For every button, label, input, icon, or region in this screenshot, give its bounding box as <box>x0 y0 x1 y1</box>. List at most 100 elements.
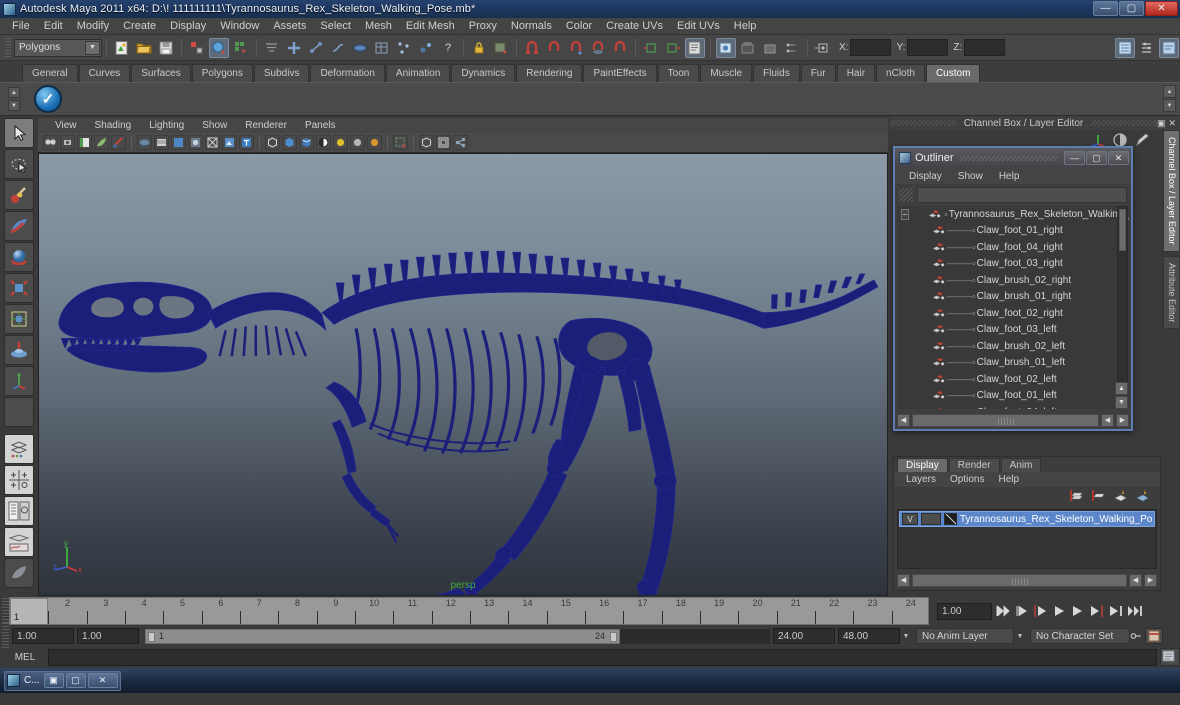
add-selected-to-layer-icon[interactable] <box>1135 489 1150 503</box>
shelf-tab-ncloth[interactable]: nCloth <box>876 64 925 82</box>
layer-menu-help[interactable]: Help <box>991 474 1026 485</box>
expand-collapse-icon[interactable]: − <box>901 208 909 220</box>
isolate-select-icon[interactable] <box>265 135 280 150</box>
layer-editor-scrollbar[interactable]: ◀ ◀ ▶ <box>897 573 1157 587</box>
outliner-node-row[interactable]: ———∘ Claw_foot_02_left <box>897 371 1129 388</box>
outliner-close-button[interactable]: ✕ <box>1108 151 1129 165</box>
range-right-handle[interactable] <box>610 631 617 642</box>
layer-editor-toolbar[interactable] <box>894 487 1160 505</box>
select-objects-in-layer-icon[interactable] <box>1113 489 1128 503</box>
menu-item-file[interactable]: File <box>5 18 37 35</box>
menu-item-assets[interactable]: Assets <box>266 18 313 35</box>
outliner-root-row[interactable]: − ∘ Tyrannosaurus_Rex_Skeleton_Walking_ <box>897 206 1129 223</box>
animation-preferences-icon[interactable] <box>1145 628 1163 644</box>
select-by-object-type-icon[interactable] <box>209 37 229 58</box>
channelbox-window-controls[interactable]: ▣ ✕ <box>1157 118 1180 129</box>
close-button[interactable]: ✕ <box>1145 1 1178 16</box>
layer-editor[interactable]: Display Render Anim Layers Options Help V Ty… <box>893 456 1161 591</box>
share-node-icon[interactable] <box>453 135 468 150</box>
text-overlay-icon[interactable] <box>239 135 254 150</box>
select-camera-icon[interactable] <box>43 135 58 150</box>
smooth-shade-all-icon[interactable] <box>222 135 237 150</box>
lasso-select-tool[interactable] <box>4 149 34 179</box>
layer-visibility-toggle[interactable]: V <box>902 513 918 525</box>
outliner-node-row[interactable]: ———∘ Claw_brush_01_right <box>897 289 1129 306</box>
play-backwards-button[interactable] <box>1049 601 1068 621</box>
pencil-icon[interactable] <box>1134 132 1150 148</box>
layer-hscroll-track[interactable] <box>912 573 1127 587</box>
taskbar-restore-button[interactable]: ▣ <box>43 673 64 688</box>
outliner-search-row[interactable] <box>895 184 1131 206</box>
outliner-node-row[interactable]: ———∘ Claw_foot_01_left <box>897 388 1129 405</box>
time-slider[interactable]: 1234567891011121314151617181920212223241 <box>9 597 929 625</box>
render-sequence-icon[interactable] <box>738 38 758 58</box>
xray-shading-icon[interactable] <box>137 135 152 150</box>
help-icon[interactable]: ? <box>438 38 458 58</box>
shelf-tab-deformation[interactable]: Deformation <box>310 64 385 82</box>
ipr-render-icon[interactable] <box>760 38 780 58</box>
outliner-node-row[interactable]: ———∘ Claw_foot_03_left <box>897 322 1129 339</box>
command-line-row[interactable]: MEL <box>0 646 1180 668</box>
outliner-persp-layout[interactable] <box>4 496 34 526</box>
show-tool-settings-icon[interactable] <box>1159 37 1179 58</box>
show-manipulator-tool[interactable] <box>4 366 34 396</box>
viewport-menu-renderer[interactable]: Renderer <box>236 120 296 131</box>
channelbox-close-icon[interactable]: ✕ <box>1168 118 1176 129</box>
shelf-tab-painteffects[interactable]: PaintEffects <box>583 64 657 82</box>
select-by-hierarchy-icon[interactable] <box>187 38 207 58</box>
layer-list[interactable]: V Tyrannosaurus_Rex_Skeleton_Walking_Pos… <box>897 509 1157 569</box>
range-slider-row[interactable]: 1.00 1.00 1 24 24.00 48.00 ▼ No Anim Lay… <box>0 623 1180 649</box>
menu-item-select[interactable]: Select <box>313 18 358 35</box>
magnet-view-icon[interactable] <box>610 38 630 58</box>
viewport-menu-view[interactable]: View <box>46 120 86 131</box>
range-slider[interactable]: 1 24 <box>145 628 770 644</box>
light-orange-icon[interactable] <box>367 135 382 150</box>
light-yellow-icon[interactable] <box>333 135 348 150</box>
shelf-scroll-buttons[interactable]: ▲ ▼ <box>1163 85 1176 112</box>
save-scene-icon[interactable] <box>156 38 176 58</box>
outliner-node-row[interactable]: ———∘ Claw_foot_01_right <box>897 223 1129 240</box>
magnet-curve-icon[interactable] <box>544 38 564 58</box>
hypergraph-persp-layout[interactable] <box>4 527 34 557</box>
move-tool[interactable] <box>4 211 34 241</box>
snap-to-view-plane-icon[interactable] <box>350 38 370 58</box>
command-input[interactable] <box>48 648 1157 666</box>
show-inputs-icon[interactable] <box>641 38 661 58</box>
outliner-node-row[interactable]: ———∘ Claw_foot_02_right <box>897 305 1129 322</box>
single-perspective-layout[interactable] <box>4 434 34 464</box>
range-left-handle[interactable] <box>148 631 155 642</box>
shelf-tab-curves[interactable]: Curves <box>78 64 131 82</box>
toolbox[interactable] <box>0 116 36 596</box>
shelf-tab-animation[interactable]: Animation <box>385 64 451 82</box>
grease-pencil-icon[interactable] <box>111 135 126 150</box>
viewport-menu-lighting[interactable]: Lighting <box>140 120 193 131</box>
outliner-hscroll-next-button[interactable]: ▶ <box>1116 413 1129 427</box>
menu-item-normals[interactable]: Normals <box>504 18 559 35</box>
menu-item-window[interactable]: Window <box>213 18 266 35</box>
outliner-search-input[interactable] <box>917 187 1127 203</box>
3d-viewport[interactable]: y x z persp <box>38 153 888 596</box>
maximize-button[interactable]: ▢ <box>1119 1 1144 16</box>
script-editor-icon[interactable] <box>1160 648 1180 666</box>
layer-hscroll-left-button[interactable]: ◀ <box>897 573 910 587</box>
viewport-menu-shading[interactable]: Shading <box>86 120 141 131</box>
outliner-node-row[interactable]: ———∘ Claw_brush_02_right <box>897 272 1129 289</box>
right-vertical-tabs[interactable]: Channel Box / Layer Editor Attribute Edi… <box>1163 130 1180 330</box>
rotate-tool[interactable] <box>4 242 34 272</box>
select-by-component-type-icon[interactable] <box>231 38 251 58</box>
four-view-layout[interactable] <box>4 465 34 495</box>
layer-color-swatch[interactable] <box>944 513 957 525</box>
shadows-icon[interactable] <box>188 135 203 150</box>
tab-channel-box-layer-editor[interactable]: Channel Box / Layer Editor <box>1163 130 1180 252</box>
outliner-scroll-down-button[interactable]: ▼ <box>1115 396 1128 409</box>
panel-drag-handle-right[interactable] <box>1091 120 1157 126</box>
window-controls[interactable]: — ▢ ✕ <box>1093 1 1178 16</box>
shelf-tab-surfaces[interactable]: Surfaces <box>131 64 191 82</box>
outliner-menu-help[interactable]: Help <box>991 171 1028 182</box>
outliner-node-row[interactable]: ———∘ Claw_foot_03_right <box>897 256 1129 273</box>
viewport-menubar[interactable]: View Shading Lighting Show Renderer Panels <box>38 118 888 133</box>
tyrannosaurus-skeleton-model[interactable] <box>39 154 887 595</box>
layer-hscroll-next-button[interactable]: ▶ <box>1144 573 1157 587</box>
input-output-connections-icon[interactable] <box>416 38 436 58</box>
playback-end-time-field[interactable]: 24.00 <box>773 628 835 644</box>
